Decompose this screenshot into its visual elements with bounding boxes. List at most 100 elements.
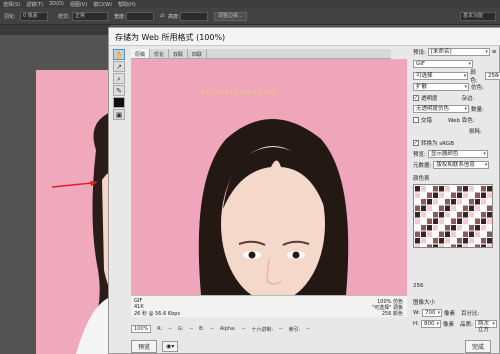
color-swatch[interactable] (433, 205, 438, 212)
color-swatch[interactable] (445, 192, 450, 199)
color-swatch[interactable] (457, 244, 462, 249)
eyedropper-icon[interactable]: ✎ (113, 85, 125, 96)
color-swatch[interactable] (439, 218, 444, 225)
color-swatch[interactable] (475, 218, 480, 225)
color-swatch[interactable] (463, 199, 468, 205)
preview-select[interactable]: 显示器颜色 (427, 150, 488, 158)
width-input[interactable] (126, 12, 154, 21)
color-swatch[interactable] (415, 218, 420, 225)
preview-button[interactable]: 预览 (131, 339, 158, 353)
color-swatch[interactable] (421, 238, 426, 244)
color-swatch[interactable] (487, 238, 492, 244)
color-swatch[interactable] (445, 186, 450, 192)
color-swatch[interactable] (421, 199, 426, 205)
tab-optimized[interactable]: 优化 (150, 49, 170, 58)
color-swatch[interactable] (475, 231, 480, 238)
color-swatch[interactable] (427, 225, 432, 231)
color-swatch[interactable] (463, 192, 468, 199)
color-swatch[interactable] (433, 186, 438, 192)
color-swatch[interactable] (463, 186, 468, 192)
width-field[interactable]: 700 (421, 309, 442, 317)
color-swatch[interactable] (475, 238, 480, 244)
color-swatch[interactable] (469, 199, 474, 205)
color-swatch[interactable] (457, 205, 462, 212)
color-swatch[interactable] (469, 218, 474, 225)
color-swatch[interactable] (457, 238, 462, 244)
color-swatch[interactable] (415, 192, 420, 199)
convert-srgb-checkbox[interactable]: ✓ (413, 140, 419, 146)
color-swatch[interactable] (415, 186, 420, 192)
color-swatch[interactable] (427, 199, 432, 205)
color-swatch[interactable] (433, 212, 438, 218)
dither-algorithm-select[interactable]: 扩散 (413, 83, 469, 91)
color-swatch[interactable] (421, 186, 426, 192)
color-swatch[interactable] (439, 212, 444, 218)
menu-item[interactable]: 选择(S) (3, 1, 20, 8)
color-swatch[interactable] (451, 192, 456, 199)
color-swatch[interactable] (451, 218, 456, 225)
color-swatch[interactable] (457, 225, 462, 231)
color-swatch[interactable] (475, 225, 480, 231)
color-swatch[interactable] (433, 231, 438, 238)
color-swatch[interactable] (427, 192, 432, 199)
color-swatch[interactable] (469, 212, 474, 218)
feather-input[interactable]: 0 像素 (20, 12, 48, 21)
color-swatch[interactable] (421, 212, 426, 218)
height-field[interactable]: 800 (421, 320, 441, 328)
menu-item[interactable]: 3D(D) (49, 1, 64, 7)
color-swatch[interactable] (481, 238, 486, 244)
color-swatch[interactable] (451, 186, 456, 192)
color-swatch[interactable] (487, 212, 492, 218)
color-swatch[interactable] (427, 186, 432, 192)
color-swatch[interactable] (475, 212, 480, 218)
color-swatch[interactable] (445, 238, 450, 244)
toggle-slices-icon[interactable]: ▣ (113, 109, 125, 120)
eyedropper-color-swatch[interactable] (113, 97, 125, 108)
color-swatch[interactable] (421, 192, 426, 199)
tab-4up[interactable]: 四联 (188, 49, 208, 58)
transparency-dither-select[interactable]: 无透明度仿色 (413, 105, 469, 113)
color-swatch[interactable] (469, 192, 474, 199)
color-swatch[interactable] (433, 238, 438, 244)
color-swatch[interactable] (481, 205, 486, 212)
menu-item[interactable]: 视图(V) (70, 1, 87, 8)
color-swatch[interactable] (463, 218, 468, 225)
color-swatch[interactable] (469, 238, 474, 244)
color-swatch[interactable] (451, 244, 456, 249)
color-swatch[interactable] (463, 225, 468, 231)
color-swatch[interactable] (487, 244, 492, 249)
color-swatch[interactable] (463, 231, 468, 238)
color-swatch[interactable] (421, 205, 426, 212)
color-swatch[interactable] (415, 244, 420, 249)
color-swatch[interactable] (487, 225, 492, 231)
color-swatch[interactable] (481, 225, 486, 231)
color-swatch[interactable] (445, 244, 450, 249)
color-swatch[interactable] (463, 238, 468, 244)
color-swatch[interactable] (433, 218, 438, 225)
color-swatch[interactable] (451, 205, 456, 212)
color-swatch[interactable] (439, 192, 444, 199)
image-preview[interactable]: Ctrl+Alt+shift+s (131, 59, 407, 295)
color-swatch[interactable] (451, 199, 456, 205)
color-swatch[interactable] (487, 186, 492, 192)
tab-2up[interactable]: 双联 (169, 49, 189, 58)
color-swatch[interactable] (457, 212, 462, 218)
color-swatch[interactable] (487, 192, 492, 199)
color-swatch[interactable] (427, 205, 432, 212)
color-swatch[interactable] (457, 218, 462, 225)
color-swatch[interactable] (427, 231, 432, 238)
color-swatch[interactable] (481, 218, 486, 225)
interlaced-checkbox[interactable] (413, 117, 419, 123)
color-swatch[interactable] (475, 244, 480, 249)
color-swatch[interactable] (433, 199, 438, 205)
browser-icon[interactable]: ◉▾ (162, 340, 179, 352)
refine-edge-button[interactable]: 调整边缘... (214, 12, 247, 21)
color-swatch[interactable] (451, 225, 456, 231)
color-swatch[interactable] (433, 192, 438, 199)
style-select[interactable]: 正常 (72, 12, 108, 21)
tab-original[interactable]: 原稿 (131, 49, 151, 58)
color-swatch[interactable] (481, 192, 486, 199)
color-swatch[interactable] (457, 192, 462, 199)
color-swatch[interactable] (481, 244, 486, 249)
color-swatch[interactable] (427, 244, 432, 249)
